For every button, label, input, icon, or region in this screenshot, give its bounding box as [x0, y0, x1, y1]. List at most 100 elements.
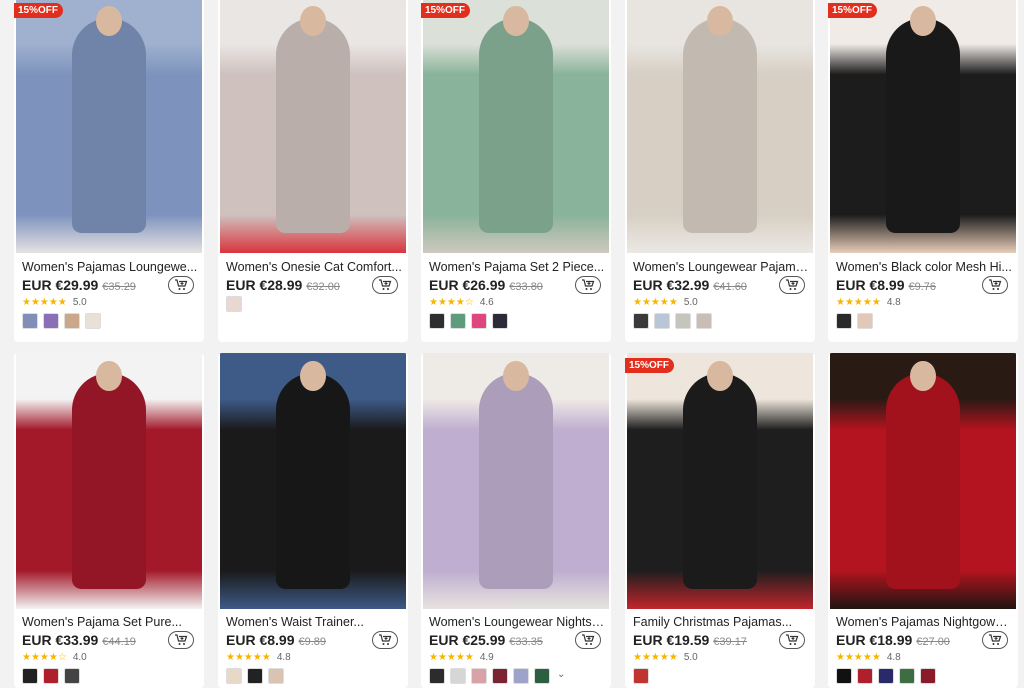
- add-to-cart-button[interactable]: [372, 631, 398, 649]
- color-swatch[interactable]: [654, 313, 670, 329]
- product-card[interactable]: 15%OFF Family Christmas Pajamas... EUR €19…: [625, 353, 815, 688]
- color-swatch[interactable]: [633, 313, 649, 329]
- add-to-cart-button[interactable]: [372, 276, 398, 294]
- color-swatches: [226, 668, 284, 684]
- product-image[interactable]: [16, 0, 202, 253]
- color-swatch[interactable]: [64, 313, 80, 329]
- color-swatch[interactable]: [836, 668, 852, 684]
- color-swatches: [226, 296, 242, 312]
- price-line: EUR €33.99 €44.19: [22, 632, 136, 650]
- color-swatch[interactable]: [226, 296, 242, 312]
- color-swatch[interactable]: [920, 668, 936, 684]
- product-card[interactable]: 15%OFF Women's Black color Mesh Hi... EUR …: [828, 0, 1018, 342]
- color-swatch[interactable]: [513, 668, 529, 684]
- cart-plus-icon: [989, 634, 1002, 645]
- price: EUR €8.99: [226, 632, 295, 648]
- color-swatch[interactable]: [471, 668, 487, 684]
- color-swatch[interactable]: [492, 668, 508, 684]
- color-swatches: [429, 313, 508, 329]
- color-swatch[interactable]: [226, 668, 242, 684]
- product-figure-head: [299, 5, 326, 37]
- rating-value: 5.0: [683, 651, 698, 663]
- product-image[interactable]: [220, 0, 406, 253]
- color-swatch[interactable]: [268, 668, 284, 684]
- add-to-cart-button[interactable]: [779, 631, 805, 649]
- add-to-cart-button[interactable]: [168, 276, 194, 294]
- star-rating-icon: ★★★★★: [633, 296, 678, 308]
- rating-value: 5.0: [683, 296, 698, 308]
- product-card[interactable]: Women's Pajama Set Pure... EUR €33.99 €44.…: [14, 353, 204, 688]
- color-swatch[interactable]: [878, 668, 894, 684]
- price-line: EUR €18.99 €27.00: [836, 632, 950, 650]
- product-title[interactable]: Women's Waist Trainer...: [226, 615, 402, 629]
- product-card[interactable]: Women's Pajamas Nightgown... EUR €18.99 €2…: [828, 353, 1018, 688]
- product-image[interactable]: [830, 0, 1016, 253]
- product-figure: [71, 18, 147, 233]
- discount-badge: 15%OFF: [828, 3, 878, 18]
- product-title[interactable]: Women's Pajamas Nightgown...: [836, 615, 1012, 629]
- product-image[interactable]: [423, 0, 609, 253]
- color-swatch[interactable]: [534, 668, 550, 684]
- product-card[interactable]: Women's Waist Trainer... EUR €8.99 €9.89 ★★…: [218, 353, 408, 688]
- color-swatch[interactable]: [450, 668, 466, 684]
- color-swatch[interactable]: [22, 313, 38, 329]
- color-swatch[interactable]: [43, 668, 59, 684]
- add-to-cart-button[interactable]: [575, 631, 601, 649]
- add-to-cart-button[interactable]: [982, 276, 1008, 294]
- product-title[interactable]: Women's Black color Mesh Hi...: [836, 260, 1012, 274]
- product-title[interactable]: Women's Pajama Set 2 Piece...: [429, 260, 605, 274]
- color-swatch[interactable]: [429, 668, 445, 684]
- product-image[interactable]: [830, 353, 1016, 609]
- color-swatch[interactable]: [696, 313, 712, 329]
- product-figure-head: [909, 360, 936, 392]
- product-image[interactable]: [627, 353, 813, 609]
- add-to-cart-button[interactable]: [982, 631, 1008, 649]
- product-title[interactable]: Women's Loungewear Nightsh...: [429, 615, 605, 629]
- product-card[interactable]: 15%OFF Women's Pajama Set 2 Piece... EUR €…: [421, 0, 611, 342]
- cart-plus-icon: [175, 634, 188, 645]
- original-price: €33.35: [509, 636, 543, 648]
- product-title[interactable]: Women's Pajama Set Pure...: [22, 615, 198, 629]
- product-card[interactable]: Women's Loungewear Nightsh... EUR €25.99 €…: [421, 353, 611, 688]
- color-swatch[interactable]: [857, 668, 873, 684]
- product-card[interactable]: Women's Loungewear Pajama... EUR €32.99 €4…: [625, 0, 815, 342]
- rating: ★★★★☆ 4.0: [22, 651, 87, 663]
- cart-plus-icon: [175, 279, 188, 290]
- product-card[interactable]: 15%OFF Women's Pajamas Loungewe... EUR €29…: [14, 0, 204, 342]
- product-figure: [682, 18, 758, 233]
- product-image[interactable]: [423, 353, 609, 609]
- color-swatch[interactable]: [43, 313, 59, 329]
- rating: ★★★★★ 5.0: [22, 296, 87, 308]
- color-swatch[interactable]: [836, 313, 852, 329]
- color-swatch[interactable]: [675, 313, 691, 329]
- product-title[interactable]: Women's Pajamas Loungewe...: [22, 260, 198, 274]
- color-swatch[interactable]: [899, 668, 915, 684]
- rating: ★★★★★ 4.8: [836, 651, 901, 663]
- product-figure-head: [502, 5, 529, 37]
- color-swatch[interactable]: [247, 668, 263, 684]
- product-figure-head: [95, 5, 122, 37]
- color-swatch[interactable]: [429, 313, 445, 329]
- color-swatch[interactable]: [22, 668, 38, 684]
- color-swatch[interactable]: [85, 313, 101, 329]
- product-title[interactable]: Women's Onesie Cat Comfort...: [226, 260, 402, 274]
- product-title[interactable]: Women's Loungewear Pajama...: [633, 260, 809, 274]
- color-swatch[interactable]: [64, 668, 80, 684]
- add-to-cart-button[interactable]: [575, 276, 601, 294]
- product-card[interactable]: Women's Onesie Cat Comfort... EUR €28.99 €…: [218, 0, 408, 342]
- product-image[interactable]: [220, 353, 406, 609]
- color-swatches: [836, 668, 936, 684]
- add-to-cart-button[interactable]: [779, 276, 805, 294]
- color-swatch[interactable]: [450, 313, 466, 329]
- color-swatch[interactable]: [857, 313, 873, 329]
- original-price: €41.60: [713, 281, 747, 293]
- color-swatch[interactable]: [471, 313, 487, 329]
- rating: ★★★★★ 5.0: [633, 296, 698, 308]
- add-to-cart-button[interactable]: [168, 631, 194, 649]
- product-image[interactable]: [16, 353, 202, 609]
- product-title[interactable]: Family Christmas Pajamas...: [633, 615, 809, 629]
- color-swatch[interactable]: [633, 668, 649, 684]
- chevron-down-icon[interactable]: ⌄: [557, 668, 565, 684]
- color-swatch[interactable]: [492, 313, 508, 329]
- product-image[interactable]: [627, 0, 813, 253]
